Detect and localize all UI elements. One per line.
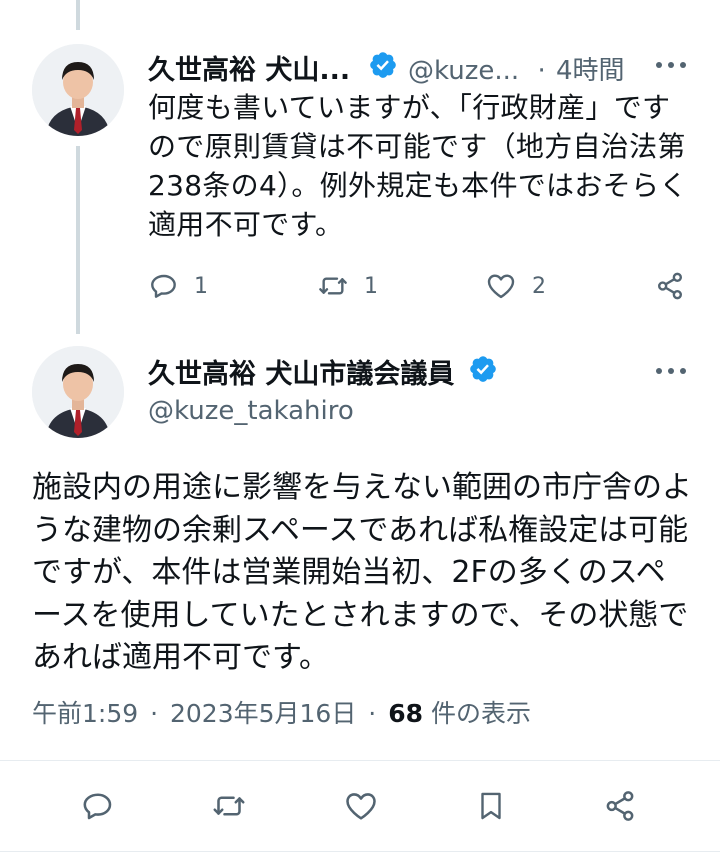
reply-reply-button[interactable]: 1 xyxy=(148,270,208,302)
bookmark-icon xyxy=(474,788,508,824)
avatar-photo-icon xyxy=(32,346,124,438)
meta-dot-2: · xyxy=(368,699,377,728)
reply-retweet-button[interactable]: 1 xyxy=(316,270,378,302)
like-icon xyxy=(342,788,380,824)
share-icon xyxy=(654,270,686,302)
thread-line-top xyxy=(76,0,80,30)
retweet-icon xyxy=(316,270,350,302)
tweet-time[interactable]: 午前1:59 xyxy=(32,699,138,728)
reply-icon xyxy=(148,270,180,302)
reply-handle[interactable]: @kuze... · 4時間 xyxy=(408,50,625,87)
reply-time[interactable]: 4時間 xyxy=(556,56,625,86)
reply-like-count: 2 xyxy=(532,273,546,299)
bottom-divider xyxy=(0,851,720,852)
thread-line-connector xyxy=(76,146,80,334)
main-avatar[interactable] xyxy=(32,346,124,438)
reply-icon xyxy=(80,788,116,824)
main-text: 施設内の用途に影響を与えない範囲の市庁舎のような建物の余剰スペースであれば私権設… xyxy=(32,470,692,675)
main-share-button[interactable] xyxy=(602,788,638,824)
reply-retweet-count: 1 xyxy=(364,273,378,299)
reply-separator: · xyxy=(537,56,546,86)
reply-avatar[interactable] xyxy=(32,44,124,136)
reply-more-icon[interactable] xyxy=(656,60,690,70)
reply-reply-count: 1 xyxy=(194,273,208,299)
reply-handle-text: @kuze... xyxy=(408,56,520,86)
reply-share-button[interactable] xyxy=(654,270,686,302)
like-icon xyxy=(484,270,518,302)
main-reply-button[interactable] xyxy=(80,788,116,824)
main-more-icon[interactable] xyxy=(656,366,690,376)
meta-dot-1: · xyxy=(150,699,159,728)
main-like-button[interactable] xyxy=(342,788,380,824)
tweet-date[interactable]: 2023年5月16日 xyxy=(170,699,356,728)
main-handle[interactable]: @kuze_takahiro xyxy=(148,396,354,426)
retweet-icon xyxy=(210,788,248,824)
reply-text: 何度も書いていますが、「行政財産」ですので原則賃貸は不可能です（地方自治法第23… xyxy=(148,91,688,241)
share-icon xyxy=(602,788,638,824)
reply-display-name[interactable]: 久世高裕 犬山... xyxy=(148,48,350,87)
views-label: 件の表示 xyxy=(423,699,531,728)
meta-divider xyxy=(0,760,720,761)
verified-badge-icon xyxy=(470,356,496,382)
main-bookmark-button[interactable] xyxy=(474,788,508,824)
main-retweet-button[interactable] xyxy=(210,788,248,824)
reply-like-button[interactable]: 2 xyxy=(484,270,546,302)
tweet-meta: 午前1:59 · 2023年5月16日 · 68 件の表示 xyxy=(32,694,531,730)
avatar-photo-icon xyxy=(32,44,124,136)
main-display-name[interactable]: 久世高裕 犬山市議会議員 xyxy=(148,352,454,391)
verified-badge-icon xyxy=(370,52,396,78)
views-count: 68 xyxy=(388,699,423,728)
